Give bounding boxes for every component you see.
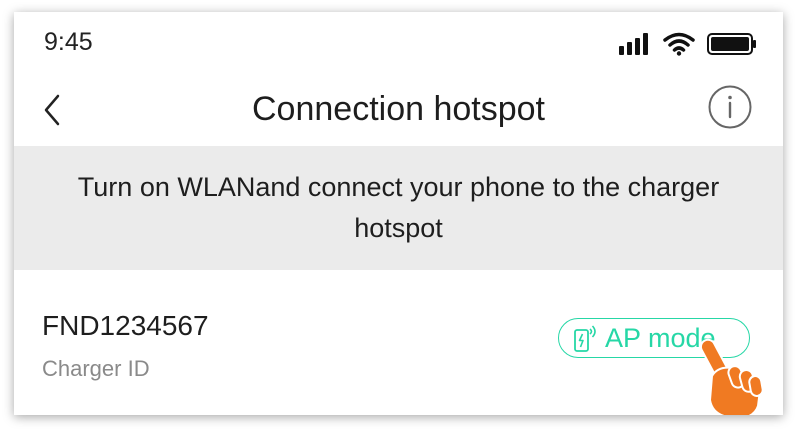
status-icons	[619, 32, 757, 61]
page-title: Connection hotspot	[252, 90, 545, 128]
tap-hand-icon	[688, 336, 766, 415]
status-bar: 9:45	[14, 12, 783, 72]
charger-id-label: Charger ID	[42, 356, 150, 381]
info-icon	[708, 85, 752, 129]
instruction-text: Turn on WLANand connect your phone to th…	[77, 172, 720, 243]
status-time: 9:45	[44, 28, 93, 56]
instruction-banner: Turn on WLANand connect your phone to th…	[14, 146, 783, 270]
cellular-signal-icon	[619, 33, 651, 60]
charger-row: FND1234567 Charger ID AP mode	[14, 270, 783, 415]
phone-hotspot-icon	[574, 325, 596, 352]
info-button[interactable]	[707, 84, 753, 130]
charger-id-value: FND1234567	[42, 310, 209, 341]
wifi-icon	[663, 32, 695, 61]
battery-icon	[707, 33, 757, 60]
phone-screen: 9:45 Connection hotspot Turn on WLANand …	[14, 12, 783, 415]
nav-bar: Connection hotspot	[14, 76, 783, 146]
